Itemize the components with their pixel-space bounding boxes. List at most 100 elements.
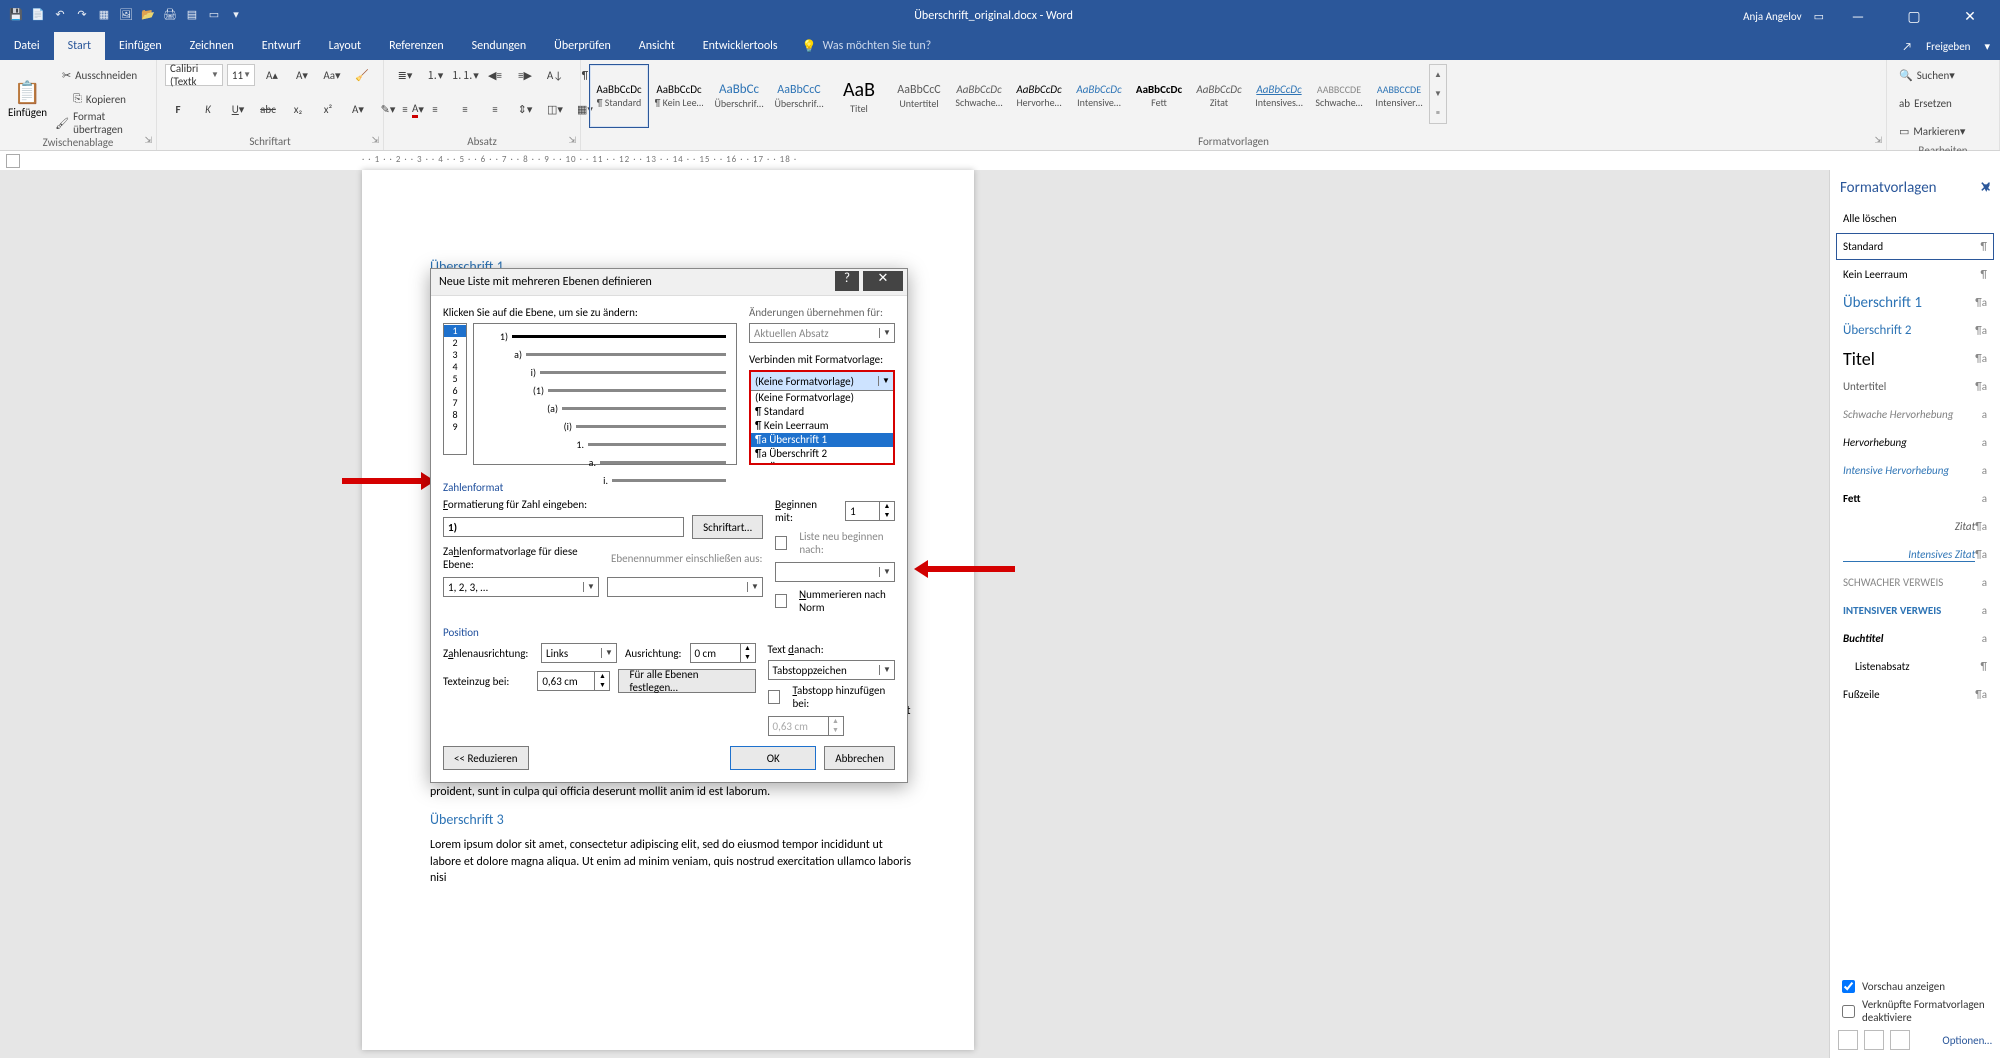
link-style-option[interactable]: ¶ Kein Leerraum bbox=[751, 419, 893, 433]
styles-pane-item[interactable]: Intensive Hervorhebunga bbox=[1836, 457, 1994, 484]
open-icon[interactable]: 📂 bbox=[140, 8, 156, 24]
include-level-combo[interactable]: ▼ bbox=[607, 577, 763, 597]
ribbon-options-icon[interactable]: ▭ bbox=[1814, 10, 1824, 23]
close-button[interactable]: ✕ bbox=[1948, 8, 1992, 25]
replace-button[interactable]: ab Ersetzen bbox=[1895, 92, 1956, 114]
link-style-listbox[interactable]: (Keine Formatvorlage)▼ (Keine Formatvorl… bbox=[749, 370, 895, 465]
new-icon[interactable]: 📄 bbox=[30, 8, 46, 24]
clear-format-button[interactable]: 🧹 bbox=[349, 64, 375, 86]
less-button[interactable]: << Reduzieren bbox=[443, 746, 529, 770]
horizontal-ruler[interactable]: · · 1 · · 2 · · 3 · · 4 · · 5 · · 6 · · … bbox=[0, 151, 2000, 172]
link-style-option[interactable]: (Keine Formatvorlage) bbox=[751, 391, 893, 405]
redo-icon[interactable]: ↷ bbox=[74, 8, 90, 24]
styles-pane-item[interactable]: Schwache Hervorhebunga bbox=[1836, 401, 1994, 428]
maximize-button[interactable]: ▢ bbox=[1892, 8, 1936, 25]
justify-button[interactable]: ≡ bbox=[482, 99, 508, 121]
style-gallery-item[interactable]: AaBbCcDcHervorhe… bbox=[1009, 64, 1069, 128]
styles-pane-close-icon[interactable]: ✕ bbox=[1979, 178, 1992, 197]
align-right-button[interactable]: ≡ bbox=[452, 99, 478, 121]
follow-combo[interactable]: Tabstoppzeichen▼ bbox=[768, 660, 896, 680]
style-gallery-item[interactable]: AaBbCcDcIntensive… bbox=[1069, 64, 1129, 128]
italic-button[interactable]: K bbox=[195, 99, 221, 121]
tab-entwurf[interactable]: Entwurf bbox=[248, 32, 315, 60]
tab-file[interactable]: Datei bbox=[0, 32, 54, 60]
copy-button[interactable]: ⎘ Kopieren bbox=[51, 88, 148, 110]
heading-3[interactable]: Überschrift 3 bbox=[430, 811, 916, 830]
tab-selector[interactable] bbox=[6, 154, 20, 168]
style-gallery-more[interactable]: ▲▼≡ bbox=[1429, 64, 1447, 124]
styles-pane-item[interactable]: Hervorhebunga bbox=[1836, 429, 1994, 456]
font-name-combo[interactable]: Calibri (Textk▼ bbox=[165, 64, 223, 86]
styles-pane-item[interactable]: Zitat¶a bbox=[1836, 513, 1994, 540]
add-tab-checkbox[interactable] bbox=[768, 690, 781, 704]
dialog-close-button[interactable]: ✕ bbox=[863, 271, 903, 291]
print-icon[interactable]: 🖨 bbox=[162, 8, 178, 24]
numbering-button[interactable]: ⒈▾ bbox=[422, 64, 448, 86]
select-button[interactable]: ▭ Markieren ▾ bbox=[1895, 120, 1969, 142]
new-style-icon[interactable] bbox=[1838, 1030, 1858, 1050]
style-gallery[interactable]: AaBbCcDc¶ StandardAaBbCcDc¶ Kein Lee…AaB… bbox=[589, 64, 1878, 128]
style-gallery-item[interactable]: AaBbCcDcZitat bbox=[1189, 64, 1249, 128]
font-button[interactable]: Schriftart… bbox=[692, 515, 763, 539]
clipboard-dialog-launcher[interactable]: ⇲ bbox=[144, 135, 152, 146]
format-painter-button[interactable]: 🖌 Format übertragen bbox=[51, 112, 148, 134]
format-number-input[interactable]: 1) bbox=[443, 517, 684, 537]
align-combo[interactable]: Links▼ bbox=[541, 643, 617, 663]
styles-pane-item[interactable]: Kein Leerraum¶ bbox=[1836, 261, 1994, 288]
styles-pane-item[interactable]: Standard¶ bbox=[1836, 233, 1994, 260]
styles-clear-all[interactable]: Alle löschen bbox=[1836, 205, 1994, 232]
tab-einfügen[interactable]: Einfügen bbox=[105, 32, 176, 60]
styles-pane-item[interactable]: Untertitel¶a bbox=[1836, 373, 1994, 400]
linked-checkbox[interactable]: Verknüpfte Formatvorlagen deaktiviere bbox=[1838, 998, 1992, 1024]
level-list[interactable]: 123456789 bbox=[443, 323, 467, 455]
apply-to-combo[interactable]: Aktuellen Absatz▼ bbox=[749, 323, 895, 343]
shrink-font-button[interactable]: A▾ bbox=[289, 64, 315, 86]
style-gallery-item[interactable]: AaBbCcDc¶ Standard bbox=[589, 64, 649, 128]
minimize-button[interactable]: — bbox=[1836, 8, 1880, 25]
style-gallery-item[interactable]: AABBCCDESchwache… bbox=[1309, 64, 1369, 128]
styles-pane-item[interactable]: SCHWACHER VERWEISa bbox=[1836, 569, 1994, 596]
style-gallery-item[interactable]: AaBbCcDcFett bbox=[1129, 64, 1189, 128]
more-icon[interactable]: ▾ bbox=[228, 8, 244, 24]
style-inspector-icon[interactable] bbox=[1864, 1030, 1884, 1050]
styles-pane-item[interactable]: Buchtitela bbox=[1836, 625, 1994, 652]
paragraph-3[interactable]: Lorem ipsum dolor sit amet, consectetur … bbox=[430, 837, 916, 886]
style-gallery-item[interactable]: AaBbCcDcIntensives… bbox=[1249, 64, 1309, 128]
sort-button[interactable]: A↓ bbox=[542, 64, 568, 86]
link-style-option[interactable]: ¶ Standard bbox=[751, 405, 893, 419]
indent-spinner[interactable]: 0,63 cm▲▼ bbox=[537, 671, 610, 691]
table-icon[interactable]: ▦ bbox=[96, 8, 112, 24]
tab-start[interactable]: Start bbox=[54, 32, 105, 60]
inc-indent-button[interactable]: ≡▶ bbox=[512, 64, 538, 86]
tab-referenzen[interactable]: Referenzen bbox=[375, 32, 458, 60]
legal-checkbox[interactable] bbox=[775, 594, 787, 608]
manage-styles-icon[interactable] bbox=[1890, 1030, 1910, 1050]
shading-button[interactable]: ◫▾ bbox=[542, 99, 568, 121]
styles-pane-item[interactable]: Intensives Zitat¶a bbox=[1836, 541, 1994, 568]
link-style-option[interactable]: ¶a Überschrift 3 bbox=[751, 461, 893, 463]
tab-entwicklertools[interactable]: Entwicklertools bbox=[689, 32, 792, 60]
tab-überprüfen[interactable]: Überprüfen bbox=[540, 32, 625, 60]
styles-pane-item[interactable]: Fetta bbox=[1836, 485, 1994, 512]
style-gallery-item[interactable]: AaBTitel bbox=[829, 64, 889, 128]
line-spacing-button[interactable]: ⇕▾ bbox=[512, 99, 538, 121]
bullets-button[interactable]: ≣▾ bbox=[392, 64, 418, 86]
style-gallery-item[interactable]: AaBbCcDcSchwache… bbox=[949, 64, 1009, 128]
ok-button[interactable]: OK bbox=[730, 746, 816, 770]
picture-icon[interactable]: 🖼 bbox=[118, 8, 134, 24]
dialog-help-button[interactable]: ? bbox=[835, 271, 859, 291]
tab-zeichnen[interactable]: Zeichnen bbox=[176, 32, 248, 60]
tab-layout[interactable]: Layout bbox=[315, 32, 376, 60]
styles-pane-item[interactable]: Fußzeile¶a bbox=[1836, 681, 1994, 708]
level-item[interactable]: 9 bbox=[444, 421, 466, 433]
tab-ansicht[interactable]: Ansicht bbox=[625, 32, 689, 60]
align-center-button[interactable]: ≡ bbox=[422, 99, 448, 121]
preview-checkbox[interactable]: Vorschau anzeigen bbox=[1838, 977, 1992, 996]
bold-button[interactable]: F bbox=[165, 99, 191, 121]
style-gallery-item[interactable]: AaBbCcCUntertitel bbox=[889, 64, 949, 128]
collapse-ribbon-icon[interactable]: ▾ bbox=[1984, 40, 1990, 53]
change-case-button[interactable]: Aa▾ bbox=[319, 64, 345, 86]
multilevel-button[interactable]: ⒈⒈▾ bbox=[452, 64, 478, 86]
save-icon[interactable]: 💾 bbox=[8, 8, 24, 24]
grow-font-button[interactable]: A▴ bbox=[259, 64, 285, 86]
